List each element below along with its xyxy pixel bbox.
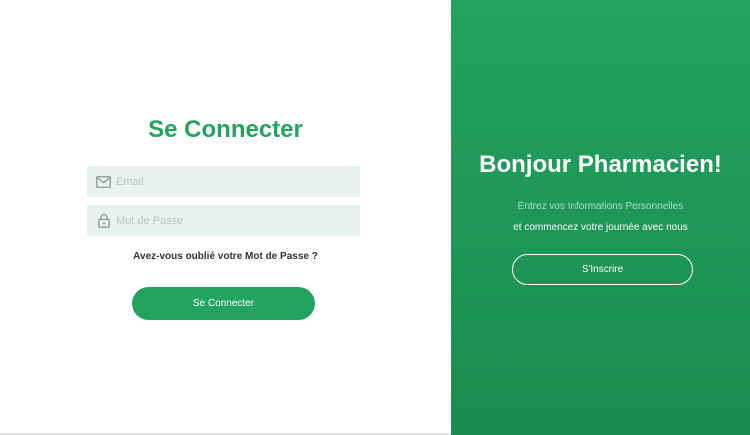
- lock-icon: [96, 213, 111, 228]
- password-input[interactable]: [116, 210, 346, 231]
- password-field[interactable]: [87, 205, 360, 236]
- login-panel: Se Connecter Avez-vous oublié votre Mot …: [0, 0, 451, 435]
- welcome-title: Bonjour Pharmacien!: [479, 151, 722, 178]
- email-field[interactable]: [87, 166, 360, 197]
- signup-button[interactable]: S'Inscrire: [512, 254, 693, 285]
- email-input[interactable]: [116, 171, 346, 192]
- login-title: Se Connecter: [148, 116, 303, 143]
- login-button[interactable]: Se Connecter: [132, 287, 315, 320]
- welcome-text-line-2: et commencez votre journée avec nous: [513, 222, 688, 233]
- mail-icon: [96, 174, 111, 189]
- welcome-panel: Bonjour Pharmacien! Entrez vos Informati…: [451, 0, 750, 435]
- forgot-password-link[interactable]: Avez-vous oublié votre Mot de Passe ?: [0, 250, 451, 264]
- welcome-text-line-1: Entrez vos Informations Personnelles: [517, 201, 684, 212]
